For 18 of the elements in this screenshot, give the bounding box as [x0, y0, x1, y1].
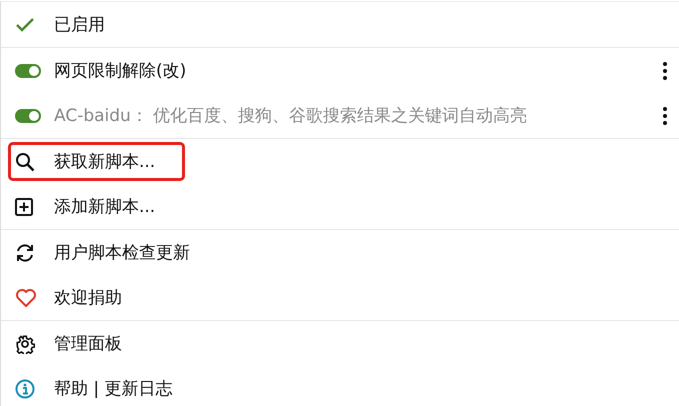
menu-item[interactable]: 管理面板	[54, 332, 671, 355]
menu-item[interactable]: 添加新脚本...	[54, 195, 671, 218]
toggle-switch[interactable]	[15, 108, 41, 122]
plus-square-icon	[15, 198, 33, 216]
toggle-switch[interactable]	[15, 64, 41, 78]
script-name[interactable]: 网页限制解除(改)	[54, 59, 659, 82]
menu-item[interactable]: 欢迎捐助	[54, 286, 671, 309]
menu-item[interactable]: 获取新脚本...	[54, 150, 671, 173]
menu-item[interactable]: 用户脚本检查更新	[54, 241, 671, 264]
heart-icon	[15, 288, 37, 308]
refresh-icon	[15, 242, 35, 262]
search-icon	[15, 152, 35, 172]
menu-item[interactable]: 已启用	[54, 13, 671, 36]
check-icon	[15, 16, 35, 32]
script-name[interactable]: AC-baidu： 优化百度、搜狗、谷歌搜索结果之关键词自动高亮	[54, 104, 659, 127]
menu-item[interactable]: 帮助 | 更新日志	[54, 377, 671, 400]
info-icon	[15, 378, 35, 398]
gear-icon	[15, 334, 35, 354]
